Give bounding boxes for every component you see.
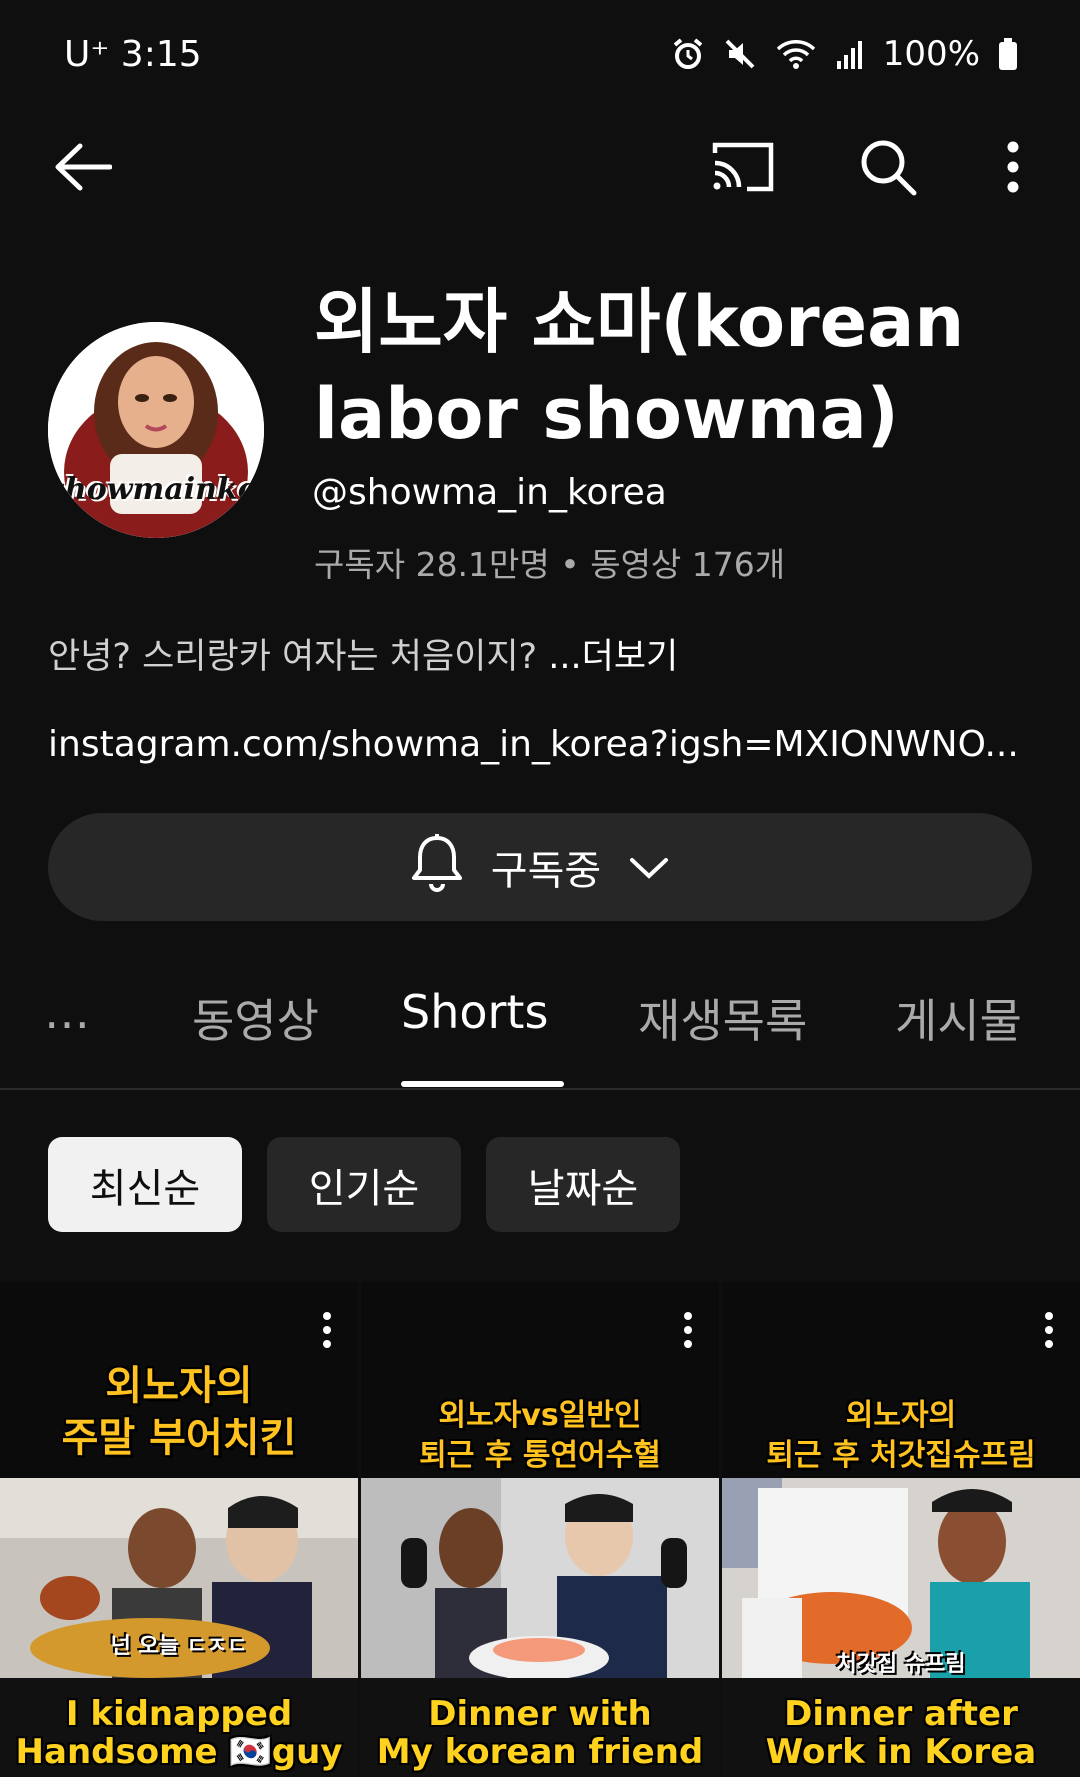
chevron-down-icon [629,844,669,890]
short-headline: 외노자의 퇴근 후 처갓집슈프림 [766,1398,1036,1473]
status-time: U⁺ 3:15 [64,34,202,75]
bell-icon [411,832,463,902]
status-icons: 100% [671,34,1018,74]
channel-description[interactable]: 안녕? 스리랑카 여자는 처음이지? ...더보기 [48,628,678,679]
top-app-bar [0,110,1080,220]
tab-home-partial[interactable]: … [44,985,90,1039]
short-card[interactable]: 외노자의 주말 부어치킨 넌 오늘 ㄷㅈㄷ I kidnapped Handso… [0,1282,358,1777]
short-headline: 외노자의 주말 부어치킨 [61,1363,297,1461]
channel-title: 외노자 쇼마(korean labor showma) [314,281,965,455]
search-icon[interactable] [853,132,923,202]
tab-posts[interactable]: 게시물 [895,985,1022,1051]
more-link[interactable]: ...더보기 [548,637,678,677]
chip-popular[interactable]: 인기순 [267,1137,461,1232]
tab-shorts[interactable]: Shorts [401,985,548,1039]
avatar-logo-text: showmainkorea [48,472,264,507]
short-caption: I kidnapped Handsome 🇰🇷guy [15,1694,343,1772]
channel-tabs: … 동영상 Shorts 재생목록 게시물 [0,945,1080,1090]
mute-icon [723,37,757,71]
back-arrow-icon[interactable] [48,132,118,202]
wifi-icon [775,37,817,71]
tab-playlists[interactable]: 재생목록 [638,985,807,1051]
description-text: 안녕? 스리랑카 여자는 처음이지? [48,637,538,677]
alarm-icon [671,37,705,71]
chip-oldest[interactable]: 날짜순 [486,1137,680,1232]
more-vert-icon[interactable] [978,132,1048,202]
subscribe-label: 구독중 [490,848,602,894]
short-card[interactable]: 외노자의 퇴근 후 처갓집슈프림 처갓집 슈프림 Dinner after Wo… [722,1282,1080,1777]
short-caption: Dinner after Work in Korea [765,1694,1037,1772]
short-overlay-text: 넌 오늘 ㄷㅈㄷ [110,1634,248,1659]
chip-latest[interactable]: 최신순 [48,1137,242,1232]
cast-icon[interactable] [708,132,778,202]
short-card[interactable]: 외노자vs일반인 퇴근 후 통연어수혈 Dinner with My korea… [361,1282,719,1777]
more-vert-icon[interactable] [322,1312,332,1352]
short-headline: 외노자vs일반인 퇴근 후 통연어수혈 [419,1398,661,1473]
channel-handle: @showma_in_korea [312,472,667,513]
battery-icon [998,37,1018,71]
short-thumbnail-image [361,1478,719,1678]
subscribed-button[interactable]: 구독중 [48,813,1032,921]
active-tab-indicator [401,1081,564,1087]
more-vert-icon[interactable] [683,1312,693,1352]
signal-icon [835,37,865,71]
short-caption: Dinner with My korean friend [376,1694,704,1772]
channel-stats: 구독자 28.1만명 • 동영상 176개 [314,545,786,584]
channel-link[interactable]: instagram.com/showma_in_korea?igsh=MXION… [48,724,1019,765]
tab-videos[interactable]: 동영상 [192,985,319,1051]
battery-percent: 100% [882,34,980,74]
more-vert-icon[interactable] [1044,1312,1054,1352]
channel-avatar[interactable]: showmainkorea [48,322,264,538]
short-overlay-text: 처갓집 슈프림 [836,1652,966,1677]
status-bar: U⁺ 3:15 100% [0,0,1080,110]
